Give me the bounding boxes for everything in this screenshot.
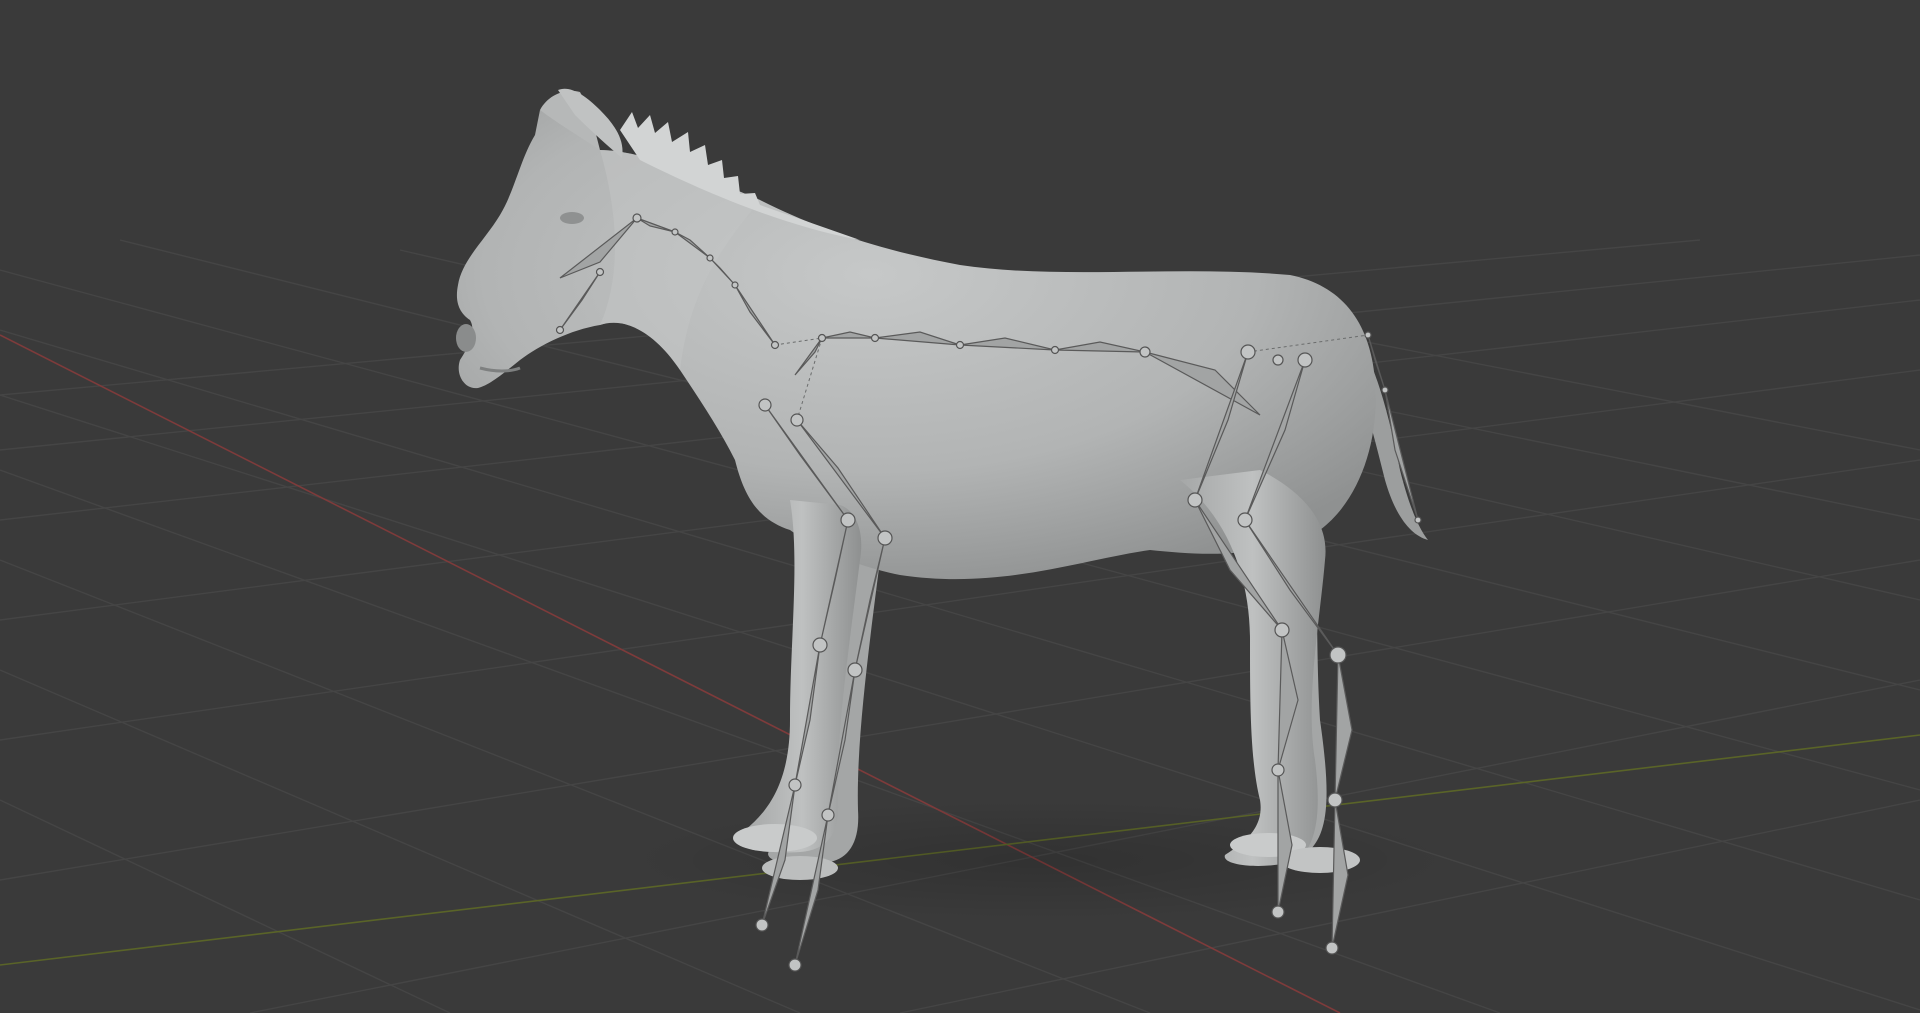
joint[interactable] [1325,941,1339,955]
joint[interactable] [1050,345,1060,355]
joint[interactable] [955,340,965,350]
joint[interactable] [1327,792,1343,808]
joint[interactable] [731,281,739,289]
joint[interactable] [1329,646,1347,664]
joint[interactable] [817,333,827,343]
joint[interactable] [1237,512,1253,528]
joint[interactable] [632,213,642,223]
joint[interactable] [555,325,565,335]
joint[interactable] [706,254,714,262]
joint[interactable] [788,778,802,792]
joint[interactable] [847,662,863,678]
joint[interactable] [812,637,828,653]
joint[interactable] [840,512,856,528]
joint[interactable] [788,958,802,972]
joint[interactable] [1271,763,1285,777]
joint[interactable] [790,413,804,427]
joint[interactable] [1272,354,1284,366]
joint[interactable] [1240,344,1256,360]
joint[interactable] [877,530,893,546]
joint[interactable] [1271,905,1285,919]
joint[interactable] [821,808,835,822]
joint[interactable] [1414,516,1422,524]
horse-eye [560,212,584,224]
joint[interactable] [1381,386,1389,394]
joint[interactable] [770,340,780,350]
joint[interactable] [1274,622,1290,638]
joint[interactable] [870,333,880,343]
joint[interactable] [671,228,679,236]
hoof-hind-near [1280,847,1360,873]
joint[interactable] [1187,492,1203,508]
horse-nostril [456,324,476,352]
joint[interactable] [1139,346,1151,358]
joint[interactable] [595,267,605,277]
joint[interactable] [1364,331,1372,339]
joint[interactable] [1297,352,1313,368]
hoof-front-near [733,824,817,852]
joint[interactable] [755,918,769,932]
joint[interactable] [758,398,772,412]
viewport-canvas[interactable] [0,0,1920,1013]
3d-viewport[interactable] [0,0,1920,1013]
